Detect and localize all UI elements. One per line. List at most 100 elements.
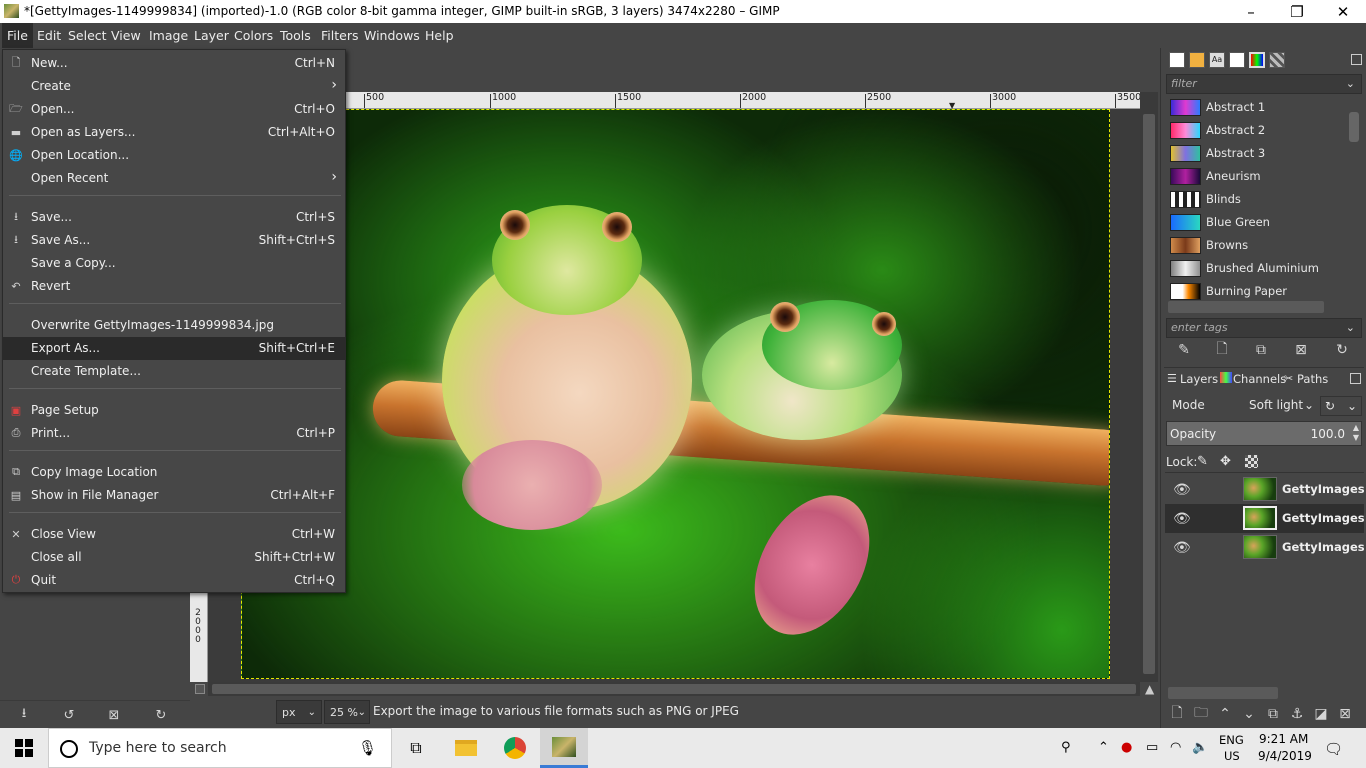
menu-item-open-as-layers[interactable]: ▬ Open as Layers... Ctrl+Alt+O bbox=[3, 121, 345, 144]
menu-item-export-as[interactable]: Export As... Shift+Ctrl+E bbox=[3, 337, 345, 360]
delete-gradient-icon[interactable]: ⊠ bbox=[1292, 341, 1310, 359]
gradient-item[interactable]: Blue Green bbox=[1168, 211, 1346, 234]
zoom-select[interactable]: 25 % ⌄ bbox=[324, 700, 370, 724]
delete-layer-icon[interactable]: ⊠ bbox=[1336, 705, 1354, 723]
document-history-tab-icon[interactable] bbox=[1229, 52, 1245, 68]
gradient-filter-input[interactable]: filter ⌄ bbox=[1166, 74, 1362, 94]
menu-item-close-view[interactable]: ✕ Close View Ctrl+W bbox=[3, 523, 345, 546]
duplicate-layer-icon[interactable]: ⧉ bbox=[1264, 705, 1282, 723]
menu-item-save-as[interactable]: ⭳ Save As... Shift+Ctrl+S bbox=[3, 229, 345, 252]
spin-arrows-icon[interactable]: ▲ ▼ bbox=[1353, 423, 1359, 443]
menu-help[interactable]: Help bbox=[420, 23, 459, 48]
unit-select[interactable]: px ⌄ bbox=[276, 700, 322, 724]
taskbar-search-box[interactable]: Type here to search 🎙 bbox=[48, 728, 392, 768]
menu-file[interactable]: File bbox=[2, 23, 33, 48]
menu-item-new[interactable]: 🗋 New... Ctrl+N bbox=[3, 52, 345, 75]
lock-alpha-icon[interactable] bbox=[1245, 455, 1258, 468]
menu-item-open-location[interactable]: 🌐 Open Location... bbox=[3, 144, 345, 167]
gradient-item[interactable]: Abstract 1 bbox=[1168, 96, 1346, 119]
refresh-gradients-icon[interactable]: ↻ bbox=[1333, 341, 1351, 359]
duplicate-gradient-icon[interactable]: ⧉ bbox=[1252, 341, 1270, 359]
menu-item-page-setup[interactable]: ▣ Page Setup bbox=[3, 399, 345, 422]
menu-colors[interactable]: Colors bbox=[229, 23, 278, 48]
network-warning-icon[interactable]: ● bbox=[1121, 740, 1132, 755]
menu-item-revert[interactable]: ↶ Revert bbox=[3, 275, 345, 298]
tab-channels[interactable]: Channels bbox=[1233, 372, 1286, 386]
menu-item-open[interactable]: 🗁 Open... Ctrl+O bbox=[3, 98, 345, 121]
menu-item-save-copy[interactable]: Save a Copy... bbox=[3, 252, 345, 275]
action-center-icon[interactable]: 🗨 bbox=[1324, 740, 1343, 758]
gradient-item[interactable]: Aneurism bbox=[1168, 165, 1346, 188]
file-explorer-icon[interactable] bbox=[442, 728, 490, 768]
navigate-icon[interactable]: ▲ bbox=[1145, 682, 1154, 696]
mode-select[interactable]: Soft light ⌄ bbox=[1244, 395, 1316, 415]
restore-tool-preset-icon[interactable]: ↺ bbox=[60, 706, 78, 724]
region-indicator[interactable]: US bbox=[1224, 749, 1240, 763]
new-layer-icon[interactable]: 🗋 bbox=[1168, 705, 1186, 723]
layer-row[interactable]: 👁 GettyImages- bbox=[1165, 475, 1364, 504]
brushes-tab-icon[interactable] bbox=[1169, 52, 1185, 68]
battery-icon[interactable]: ▭ bbox=[1146, 740, 1158, 755]
tab-paths[interactable]: Paths bbox=[1297, 372, 1328, 386]
opacity-slider[interactable]: Opacity 100.0 ▲ ▼ bbox=[1166, 421, 1362, 446]
reset-tool-icon[interactable]: ↻ bbox=[152, 706, 170, 724]
configure-tab-icon[interactable] bbox=[1351, 54, 1362, 65]
menu-filters[interactable]: Filters bbox=[316, 23, 363, 48]
menu-item-show-in-file-manager[interactable]: ▤ Show in File Manager Ctrl+Alt+F bbox=[3, 484, 345, 507]
gimp-taskbar-icon[interactable] bbox=[540, 728, 588, 768]
close-button[interactable]: ✕ bbox=[1320, 0, 1366, 23]
lock-position-icon[interactable]: ✥ bbox=[1220, 454, 1231, 469]
layer-row[interactable]: 👁 GettyImages- bbox=[1165, 504, 1364, 533]
lock-pixels-icon[interactable]: ✎ bbox=[1197, 454, 1208, 469]
horizontal-ruler[interactable]: 500 1000 1500 2000 2500 3000 3500 ▼ bbox=[345, 92, 1141, 110]
lower-layer-icon[interactable]: ⌄ bbox=[1240, 705, 1258, 723]
eye-icon[interactable]: 👁 bbox=[1173, 511, 1191, 527]
menu-item-create[interactable]: Create › bbox=[3, 75, 345, 98]
start-button[interactable] bbox=[0, 728, 48, 768]
gradient-item[interactable]: Abstract 2 bbox=[1168, 119, 1346, 142]
menu-windows[interactable]: Windows bbox=[359, 23, 425, 48]
menu-item-create-template[interactable]: Create Template... bbox=[3, 360, 345, 383]
tags-input[interactable]: enter tags ⌄ bbox=[1166, 318, 1362, 338]
new-gradient-icon[interactable]: 🗋 bbox=[1213, 341, 1231, 359]
composite-mode-select[interactable]: ↻ ⌄ bbox=[1320, 396, 1362, 416]
gradient-item[interactable]: Browns bbox=[1168, 234, 1346, 257]
menu-item-quit[interactable]: ⏻ Quit Ctrl+Q bbox=[3, 569, 345, 592]
restore-button[interactable]: ❐ bbox=[1274, 0, 1320, 23]
clock-time[interactable]: 9:21 AM bbox=[1259, 732, 1308, 746]
scrollbar-thumb[interactable] bbox=[212, 684, 1136, 694]
gradient-item[interactable]: Blinds bbox=[1168, 188, 1346, 211]
menu-item-close-all[interactable]: Close all Shift+Ctrl+W bbox=[3, 546, 345, 569]
vertical-scrollbar[interactable] bbox=[1140, 92, 1158, 682]
patterns-tab-icon[interactable] bbox=[1189, 52, 1205, 68]
task-view-icon[interactable]: ⧉ bbox=[392, 728, 440, 768]
menu-item-open-recent[interactable]: Open Recent › bbox=[3, 167, 345, 190]
menu-item-save[interactable]: ⭳ Save... Ctrl+S bbox=[3, 206, 345, 229]
minimize-button[interactable]: – bbox=[1228, 0, 1274, 23]
scrollbar-thumb[interactable] bbox=[1143, 114, 1155, 674]
gradient-item[interactable]: Abstract 3 bbox=[1168, 142, 1346, 165]
clock-date[interactable]: 9/4/2019 bbox=[1258, 749, 1312, 763]
layer-mask-icon[interactable]: ◪ bbox=[1312, 705, 1330, 723]
gradient-list-hscrollbar[interactable] bbox=[1168, 301, 1324, 313]
fonts-tab-icon[interactable]: Aa bbox=[1209, 52, 1225, 68]
menu-tools[interactable]: Tools bbox=[275, 23, 316, 48]
menu-item-copy-image-location[interactable]: ⧉ Copy Image Location bbox=[3, 461, 345, 484]
image-canvas[interactable] bbox=[241, 109, 1110, 679]
tab-layers[interactable]: Layers bbox=[1180, 372, 1218, 386]
gradient-list-scrollbar[interactable] bbox=[1349, 112, 1359, 142]
palettes-tab-icon[interactable] bbox=[1269, 52, 1285, 68]
eye-icon[interactable]: 👁 bbox=[1173, 540, 1191, 556]
wifi-icon[interactable]: ◠ bbox=[1170, 740, 1181, 755]
menu-view[interactable]: View bbox=[106, 23, 146, 48]
new-layer-group-icon[interactable]: 🗀 bbox=[1192, 705, 1210, 723]
language-indicator[interactable]: ENG bbox=[1219, 733, 1244, 747]
gradients-tab-icon[interactable] bbox=[1249, 52, 1265, 68]
quick-mask-toggle[interactable] bbox=[195, 684, 205, 694]
gradient-item[interactable]: Brushed Aluminium bbox=[1168, 257, 1346, 280]
microphone-icon[interactable]: 🎙 bbox=[358, 739, 377, 757]
people-icon[interactable]: ⚲ bbox=[1061, 740, 1071, 755]
save-tool-preset-icon[interactable]: ⭳ bbox=[15, 706, 33, 724]
show-hidden-icons-icon[interactable]: ⌃ bbox=[1098, 740, 1109, 755]
chrome-icon[interactable] bbox=[491, 728, 539, 768]
